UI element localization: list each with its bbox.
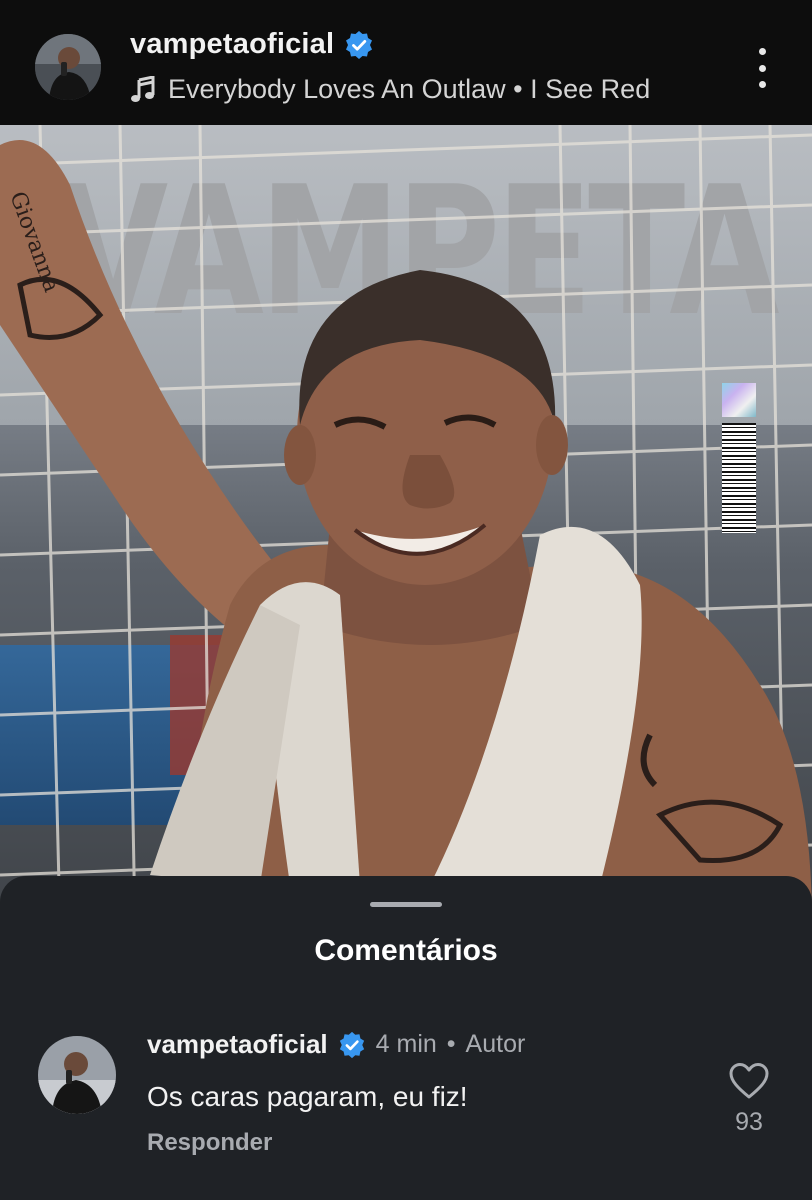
like-button[interactable] xyxy=(728,1062,770,1100)
heart-outline-icon xyxy=(729,1063,769,1099)
verified-badge-icon xyxy=(338,1031,366,1059)
comment-avatar[interactable] xyxy=(38,1036,116,1114)
music-track-label[interactable]: Everybody Loves An Outlaw • I See Red xyxy=(168,74,650,105)
author-tag: Autor xyxy=(465,1030,526,1058)
more-options-button[interactable] xyxy=(748,48,776,88)
more-vertical-icon xyxy=(758,48,766,55)
post-image[interactable]: VAMPETA Giovanna xyxy=(0,125,812,925)
barcode-icon xyxy=(722,423,756,533)
sheet-drag-handle[interactable] xyxy=(370,902,442,907)
comment-separator: • xyxy=(446,1030,456,1058)
comment-text: Os caras pagaram, eu fiz! xyxy=(147,1081,468,1112)
comments-title: Comentários xyxy=(314,934,498,967)
post-username[interactable]: vampetaoficial xyxy=(130,28,334,61)
reply-button[interactable]: Responder xyxy=(147,1129,272,1157)
post-header: vampetaoficial Everybody Loves An Outlaw… xyxy=(0,0,812,125)
barcode-sticker xyxy=(722,383,758,543)
verified-badge-icon xyxy=(344,30,374,60)
comment-username[interactable]: vampetaoficial xyxy=(147,1029,328,1060)
profile-avatar[interactable] xyxy=(35,34,101,100)
person-figure: Giovanna xyxy=(0,140,812,925)
music-note-icon xyxy=(130,74,156,104)
comments-sheet: Comentários vampetaoficial 4 min • Autor xyxy=(0,876,812,1200)
hologram-sticker xyxy=(722,383,756,417)
comment-timestamp: 4 min xyxy=(375,1030,437,1058)
like-count: 93 xyxy=(735,1108,763,1136)
